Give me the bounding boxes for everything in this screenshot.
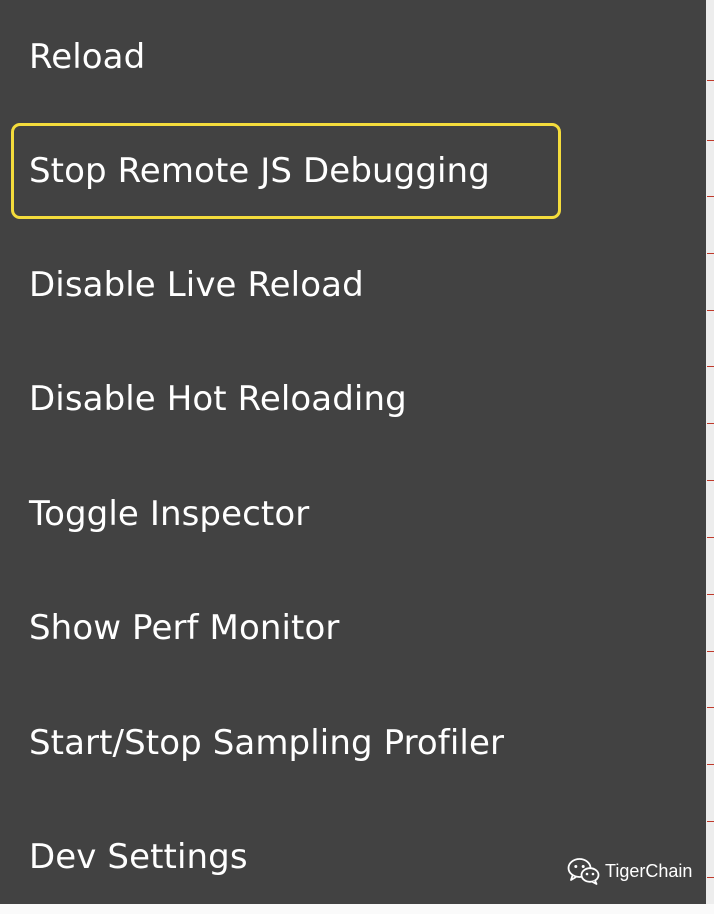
edge-tick [707, 366, 714, 367]
menu-item-label: Disable Live Reload [29, 265, 364, 305]
menu-item-show-perf-monitor[interactable]: Show Perf Monitor [0, 571, 706, 685]
wechat-icon [567, 858, 600, 885]
dev-menu: Reload Stop Remote JS Debugging Disable … [0, 0, 706, 904]
highlight-box [11, 123, 561, 219]
edge-tick [707, 764, 714, 765]
watermark-text: TigerChain [605, 861, 693, 881]
edge-tick [707, 196, 714, 197]
edge-tick [707, 140, 714, 141]
edge-tick [707, 877, 714, 878]
edge-tick [707, 480, 714, 481]
edge-tick [707, 594, 714, 595]
edge-tick [707, 310, 714, 311]
menu-item-label: Start/Stop Sampling Profiler [29, 723, 505, 763]
edge-tick [707, 707, 714, 708]
edge-tick [707, 80, 714, 81]
menu-item-disable-hot-reloading[interactable]: Disable Hot Reloading [0, 342, 706, 456]
menu-item-label: Dev Settings [29, 837, 248, 877]
menu-item-disable-live-reload[interactable]: Disable Live Reload [0, 228, 706, 342]
background-edge [706, 0, 714, 904]
menu-item-label: Show Perf Monitor [29, 608, 340, 648]
edge-tick [707, 253, 714, 254]
edge-tick [707, 537, 714, 538]
watermark: TigerChain [567, 856, 692, 886]
menu-item-reload[interactable]: Reload [0, 0, 706, 114]
menu-item-sampling-profiler[interactable]: Start/Stop Sampling Profiler [0, 686, 706, 800]
menu-item-label: Reload [29, 37, 146, 77]
menu-item-label: Disable Hot Reloading [29, 379, 407, 419]
menu-item-label: Toggle Inspector [29, 494, 310, 534]
edge-tick [707, 423, 714, 424]
edge-tick [707, 651, 714, 652]
edge-tick [707, 821, 714, 822]
menu-item-toggle-inspector[interactable]: Toggle Inspector [0, 457, 706, 571]
